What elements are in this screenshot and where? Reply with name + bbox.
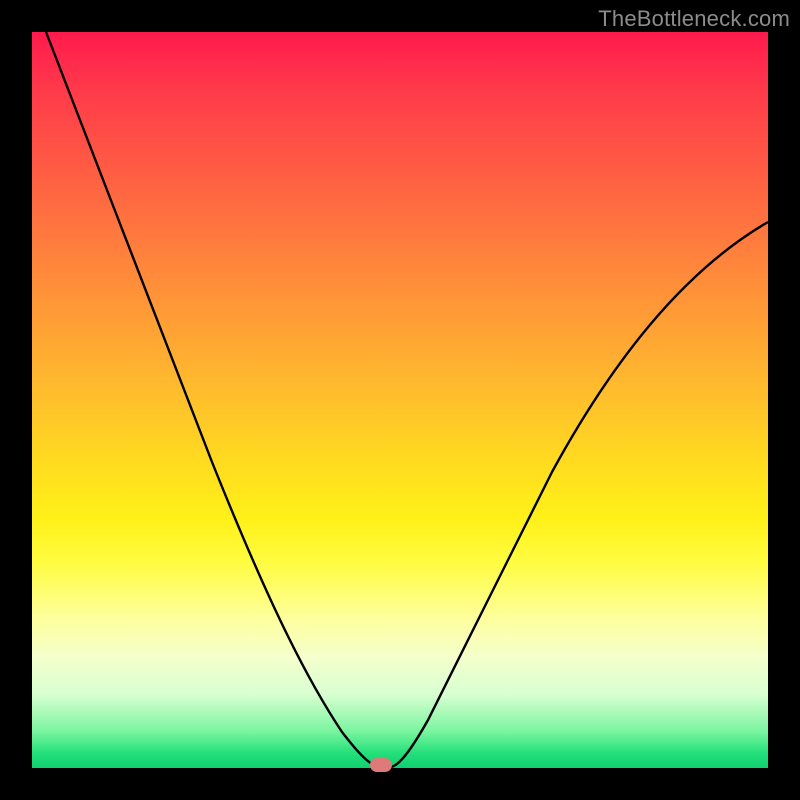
watermark-text: TheBottleneck.com xyxy=(598,6,790,32)
curve-path xyxy=(46,32,768,767)
bottleneck-curve xyxy=(32,32,768,768)
plot-area xyxy=(32,32,768,768)
chart-frame: TheBottleneck.com xyxy=(0,0,800,800)
optimal-marker xyxy=(370,758,392,772)
